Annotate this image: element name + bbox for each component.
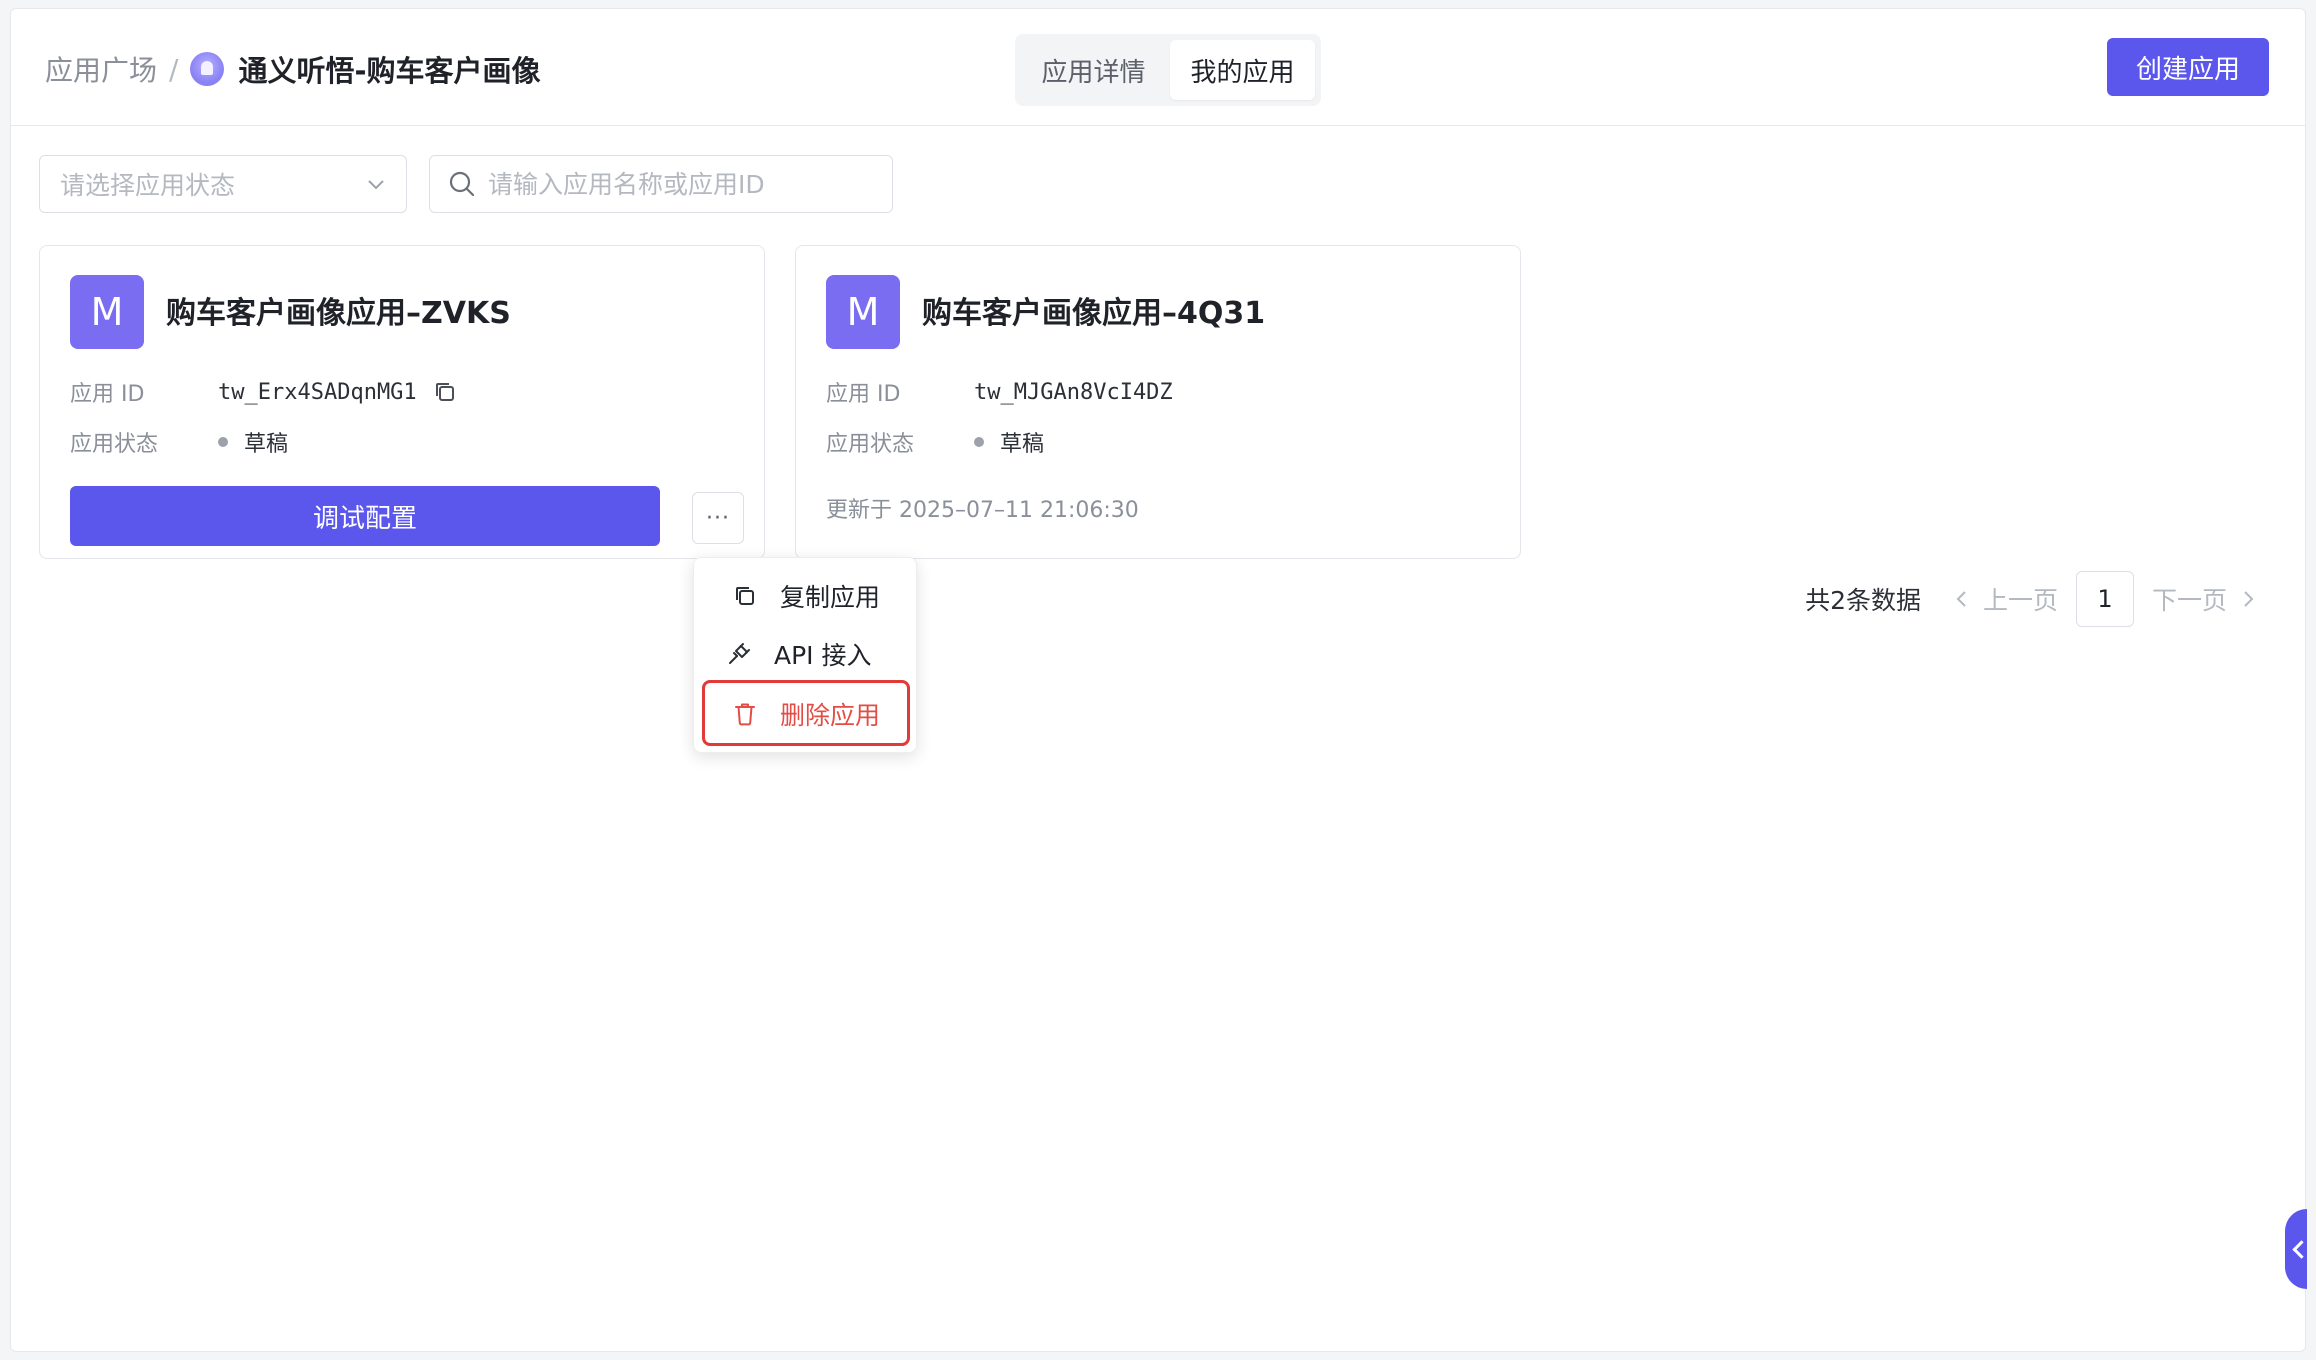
app-id-label: 应用 ID <box>826 382 901 407</box>
status-select-placeholder: 请选择应用状态 <box>60 171 236 200</box>
chevron-left-icon[interactable] <box>1951 588 1973 610</box>
app-card-title: 购车客户画像应用–ZVKS <box>166 296 511 331</box>
status-select[interactable]: 请选择应用状态 <box>39 155 407 213</box>
trash-icon <box>735 703 755 726</box>
debug-config-button[interactable]: 调试配置 <box>70 486 660 546</box>
more-options-menu: 复制应用 API 接入 删除应用 <box>693 557 917 753</box>
app-id-row: 应用 ID tw_MJGAn8VcI4DZ <box>826 376 1173 408</box>
pagination-prev[interactable]: 上一页 <box>1983 581 2058 617</box>
app-id-row: 应用 ID tw_Erx4SADqnMG1 <box>70 376 457 408</box>
app-id-label: 应用 ID <box>70 382 145 407</box>
chevron-down-icon <box>368 180 384 190</box>
search-box <box>429 155 893 213</box>
breadcrumb-current-app: 通义听悟-购车客户画像 <box>238 54 541 88</box>
create-app-button[interactable]: 创建应用 <box>2107 38 2269 96</box>
status-badge: 草稿 <box>1000 432 1045 457</box>
tab-my-apps[interactable]: 我的应用 <box>1170 40 1315 100</box>
app-status-row: 应用状态 草稿 <box>826 426 1044 458</box>
app-id-value: tw_Erx4SADqnMG1 <box>218 379 417 405</box>
page-header: 应用广场 / 通义听悟-购车客户画像 应用详情 我的应用 创建应用 <box>11 9 2305 126</box>
app-card: M 购车客户画像应用–ZVKS 应用 ID tw_Erx4SADqnMG1 应用… <box>39 245 765 559</box>
menu-item-label: API 接入 <box>774 641 872 670</box>
side-panel-toggle[interactable] <box>2285 1209 2307 1289</box>
copy-icon <box>736 587 754 605</box>
menu-item-label: 删除应用 <box>780 701 881 730</box>
app-window: 应用广场 / 通义听悟-购车客户画像 应用详情 我的应用 创建应用 请选择应用状… <box>10 8 2307 1352</box>
breadcrumb-root-link[interactable]: 应用广场 <box>45 49 157 89</box>
copy-icon[interactable] <box>433 380 457 404</box>
menu-item-copy-app[interactable]: 复制应用 <box>702 568 908 624</box>
menu-item-api-access[interactable]: API 接入 <box>702 626 908 682</box>
pagination-next[interactable]: 下一页 <box>2152 581 2227 617</box>
more-options-button[interactable]: ··· <box>692 492 744 544</box>
status-dot-icon <box>974 437 984 447</box>
updated-timestamp: 更新于 2025–07–11 21:06:30 <box>826 498 1139 523</box>
app-logo-icon <box>190 52 225 86</box>
app-card-title: 购车客户画像应用–4Q31 <box>922 296 1266 331</box>
app-status-label: 应用状态 <box>826 432 915 457</box>
app-status-label: 应用状态 <box>70 432 159 457</box>
chevron-right-icon[interactable] <box>2237 588 2259 610</box>
status-badge: 草稿 <box>244 432 289 457</box>
plug-icon <box>729 643 750 664</box>
app-card: M 购车客户画像应用–4Q31 应用 ID tw_MJGAn8VcI4DZ 应用… <box>795 245 1521 559</box>
search-icon <box>449 171 475 197</box>
pagination-current-page[interactable]: 1 <box>2075 571 2134 627</box>
tab-bar: 应用详情 我的应用 <box>1015 34 1321 106</box>
app-id-value: tw_MJGAn8VcI4DZ <box>974 379 1173 405</box>
tab-app-details[interactable]: 应用详情 <box>1021 40 1166 100</box>
search-input[interactable] <box>488 169 874 199</box>
menu-item-label: 复制应用 <box>780 583 881 612</box>
breadcrumb: 应用广场 / 通义听悟-购车客户画像 <box>45 49 541 89</box>
status-dot-icon <box>218 437 228 447</box>
menu-item-delete-app[interactable]: 删除应用 <box>702 686 908 742</box>
app-avatar: M <box>70 275 144 349</box>
pagination: 共2条数据 上一页 1 下一页 <box>1805 571 2269 627</box>
app-avatar: M <box>826 275 900 349</box>
app-status-row: 应用状态 草稿 <box>70 426 288 458</box>
breadcrumb-separator: / <box>169 52 179 86</box>
pagination-total: 共2条数据 <box>1805 586 1921 615</box>
